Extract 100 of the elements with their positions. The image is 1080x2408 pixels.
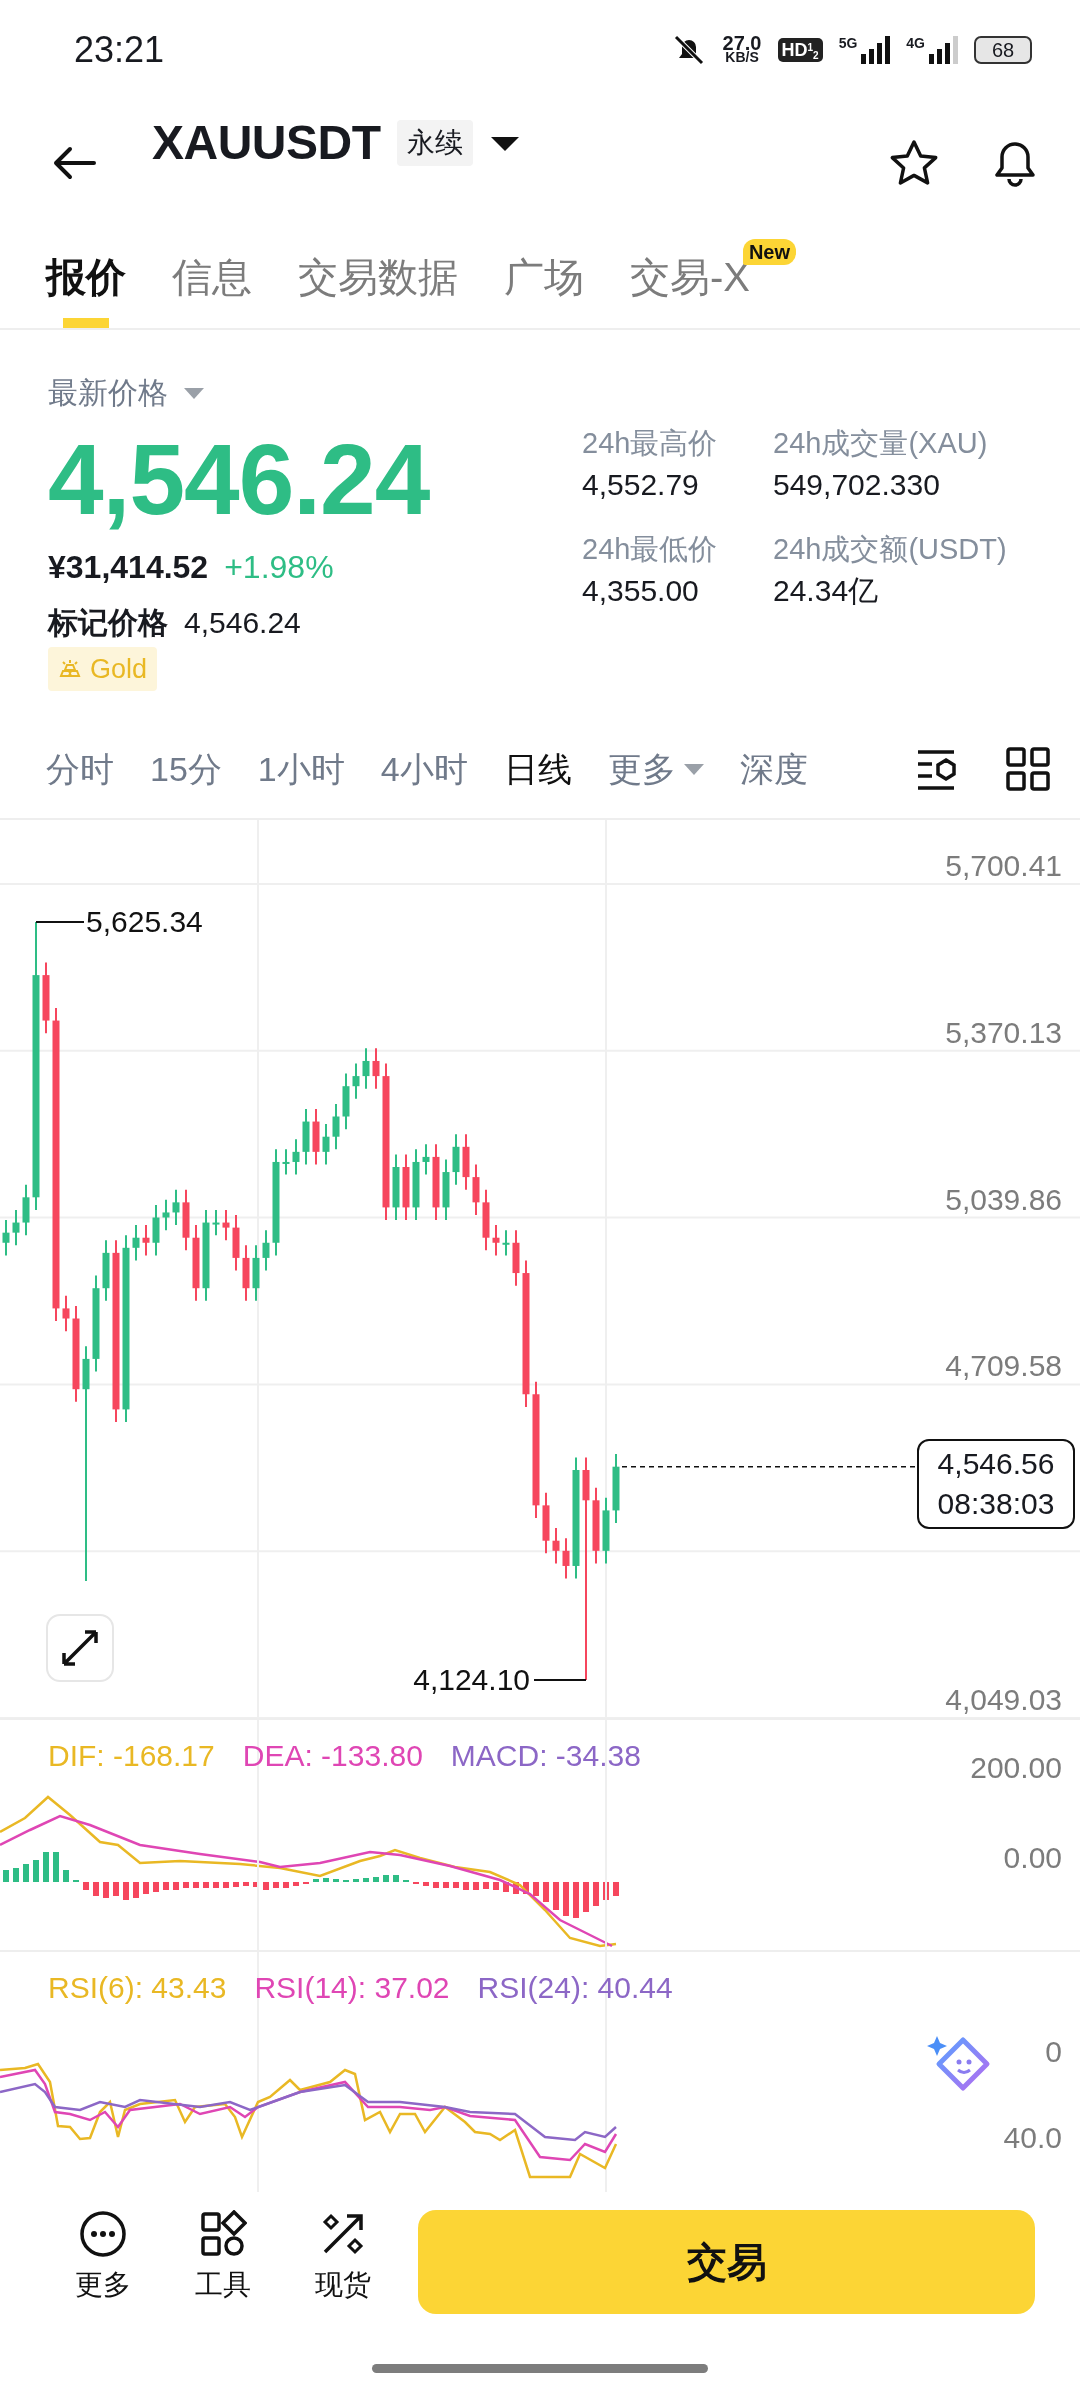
histogram-bar xyxy=(393,1875,399,1882)
stat-value: 549,702.330 xyxy=(773,467,941,503)
axis-label: 4,709.58 xyxy=(945,1349,1062,1383)
histogram-bar xyxy=(593,1882,599,1906)
candlestick xyxy=(232,1214,240,1272)
low-price-label: 4,124.10 xyxy=(413,1663,530,1697)
histogram-bar xyxy=(333,1879,339,1882)
histogram-bar xyxy=(613,1882,619,1896)
stat-label: 24h最低价 xyxy=(582,532,719,567)
stat-value: 4,552.79 xyxy=(582,467,700,503)
histogram-bar xyxy=(83,1882,89,1890)
candlestick xyxy=(402,1153,410,1222)
histogram-bar xyxy=(133,1882,139,1898)
histogram-bar xyxy=(553,1882,559,1910)
histogram-bar xyxy=(523,1882,529,1894)
histogram-bar xyxy=(293,1882,299,1886)
candlestick xyxy=(612,1453,620,1525)
histogram-bar xyxy=(503,1882,509,1892)
indicator-value: DEA: -133.80 xyxy=(242,1738,423,1774)
contract-tag: 永续 xyxy=(396,119,473,166)
candlestick xyxy=(252,1244,260,1302)
tab[interactable]: 信息 xyxy=(172,225,252,328)
histogram-bar xyxy=(263,1882,269,1890)
candlestick xyxy=(242,1244,250,1302)
histogram-bar xyxy=(283,1882,289,1888)
battery-level: 68 xyxy=(974,36,1032,64)
depth-tab[interactable]: 深度 xyxy=(739,752,808,786)
histogram-bar xyxy=(463,1882,469,1890)
histogram-bar xyxy=(23,1864,29,1882)
dropdown-caret-icon xyxy=(683,763,704,775)
tab[interactable]: 报价 xyxy=(46,225,126,328)
favorite-button[interactable] xyxy=(888,138,940,187)
interval-tab[interactable]: 分时 xyxy=(46,752,114,786)
toolbar-button[interactable]: 现货 xyxy=(298,2210,388,2306)
last-price: 4,546.24 xyxy=(48,423,430,535)
stat-value: 24.34亿 xyxy=(773,573,880,609)
histogram-bar xyxy=(233,1882,239,1887)
candlestick xyxy=(502,1229,510,1257)
toolbar-button[interactable]: 更多 xyxy=(58,2210,148,2306)
candlestick xyxy=(442,1158,450,1222)
candlestick xyxy=(562,1537,570,1580)
histogram-bar xyxy=(573,1882,579,1918)
tab[interactable]: 交易数据 xyxy=(298,225,458,328)
axis-label: 5,700.41 xyxy=(945,849,1062,882)
interval-tab[interactable]: 15分 xyxy=(150,752,222,786)
leader-line xyxy=(533,1679,587,1682)
network-unit: KB/S xyxy=(725,50,759,64)
price-type-label: 最新价格 xyxy=(48,375,168,411)
stat-label: 24h最高价 xyxy=(582,426,719,461)
histogram-bar xyxy=(213,1882,219,1888)
commodity-label: Gold xyxy=(90,653,148,686)
histogram-bar xyxy=(543,1882,549,1902)
tab[interactable]: 广场 xyxy=(504,225,584,328)
ingot-icon xyxy=(58,660,82,678)
interval-tab[interactable]: 4小时 xyxy=(380,752,468,786)
histogram-bar xyxy=(363,1878,369,1882)
grid-layout-icon[interactable] xyxy=(1006,747,1050,791)
histogram-bar xyxy=(203,1882,209,1888)
candlestick xyxy=(312,1107,320,1166)
histogram-bar xyxy=(33,1860,39,1882)
histogram-bar xyxy=(103,1882,109,1898)
candlestick xyxy=(512,1229,520,1287)
candlestick xyxy=(102,1239,110,1302)
countdown-timer: 08:38:03 xyxy=(936,1485,1056,1522)
toolbar-button[interactable]: 工具 xyxy=(178,2210,268,2306)
axis-label: 200.00 xyxy=(970,1751,1062,1784)
trade-button[interactable]: 交易 xyxy=(418,2210,1035,2314)
candlestick xyxy=(12,1208,20,1247)
expand-button[interactable] xyxy=(46,1614,114,1682)
stat-value: 4,355.00 xyxy=(582,573,700,609)
more-menu[interactable]: 更多 xyxy=(607,752,704,786)
candlestick xyxy=(222,1208,230,1242)
candlestick xyxy=(142,1224,150,1257)
candlestick xyxy=(262,1229,270,1272)
status-time: 23:21 xyxy=(74,28,165,72)
leader-line xyxy=(35,920,85,923)
cny-price: ¥31,414.52 xyxy=(48,548,209,587)
histogram-bar xyxy=(473,1882,479,1890)
stat-label: 24h成交额(USDT) xyxy=(773,532,1007,567)
indicator-value: MACD: -34.38 xyxy=(450,1738,641,1774)
candlestick xyxy=(152,1203,160,1257)
candlestick xyxy=(472,1163,480,1216)
interval-tab[interactable]: 1小时 xyxy=(257,752,345,786)
interval-tab[interactable]: 日线 xyxy=(503,752,572,786)
network-label: 5G xyxy=(838,36,858,50)
candlestick xyxy=(132,1224,140,1262)
axis-label: 5,039.86 xyxy=(945,1182,1062,1216)
histogram-bar xyxy=(563,1882,569,1916)
candlestick xyxy=(302,1107,310,1166)
histogram-bar xyxy=(183,1882,189,1888)
network-speed: 27.0 xyxy=(722,36,762,50)
histogram-bar xyxy=(253,1882,259,1887)
candlestick xyxy=(182,1188,190,1252)
signal-icon xyxy=(929,36,958,64)
price-change: +1.98% xyxy=(224,548,334,587)
histogram-bar xyxy=(373,1877,379,1882)
candlestick xyxy=(602,1496,610,1565)
histogram-bar xyxy=(423,1882,429,1886)
star-icon xyxy=(888,138,940,187)
candlestick xyxy=(462,1133,470,1191)
